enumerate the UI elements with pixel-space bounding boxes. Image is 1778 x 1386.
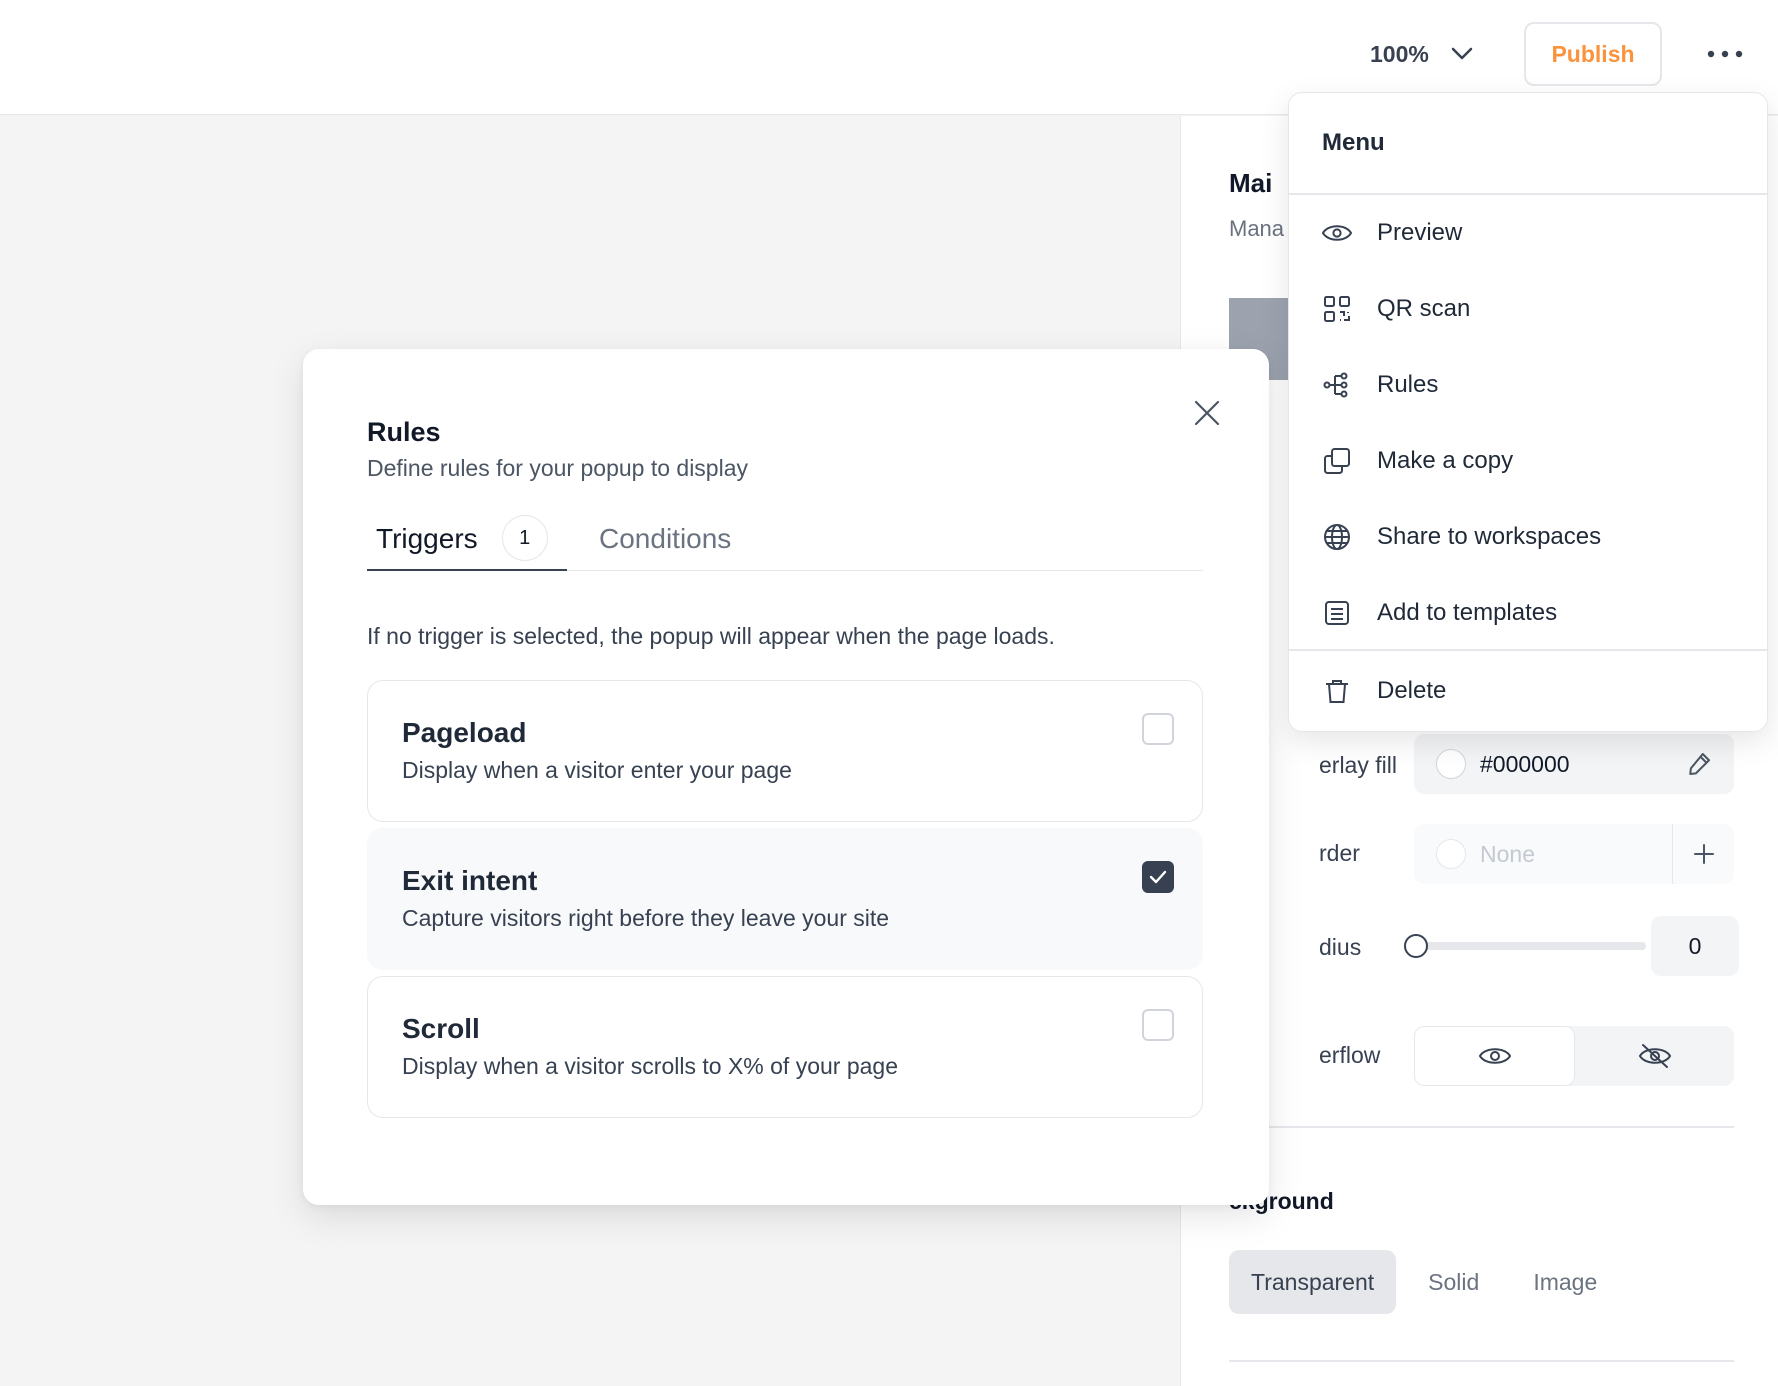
menu-item-qr-scan[interactable]: QR scan xyxy=(1289,271,1767,347)
overflow-toggle[interactable] xyxy=(1414,1026,1734,1086)
divider xyxy=(1229,1126,1734,1128)
menu-item-rules[interactable]: Rules xyxy=(1289,347,1767,423)
trash-icon xyxy=(1320,674,1354,708)
close-button[interactable] xyxy=(1189,395,1225,431)
card-description: Display when a visitor enter your page xyxy=(402,757,792,783)
radius-input[interactable]: 0 xyxy=(1651,916,1739,976)
card-description: Display when a visitor scrolls to X% of … xyxy=(402,1053,898,1079)
overflow-visible-option[interactable] xyxy=(1414,1026,1575,1086)
eye-off-icon xyxy=(1638,1042,1672,1070)
exit-intent-checkbox[interactable] xyxy=(1142,861,1174,893)
trigger-card-pageload[interactable]: Pageload Display when a visitor enter yo… xyxy=(367,680,1203,822)
modal-subtitle: Define rules for your popup to display xyxy=(367,455,748,481)
rules-branch-icon xyxy=(1320,368,1354,402)
tab-triggers[interactable]: Triggers 1 xyxy=(367,509,567,571)
menu-header: Menu xyxy=(1322,129,1385,156)
eye-icon xyxy=(1478,1044,1512,1068)
menu-item-label: Rules xyxy=(1377,371,1439,398)
tab-triggers-label: Triggers xyxy=(376,523,478,554)
bg-tab-transparent[interactable]: Transparent xyxy=(1229,1250,1397,1314)
panel-title: Mai xyxy=(1229,168,1273,198)
more-options-button[interactable] xyxy=(1700,36,1750,72)
more-horizontal-icon xyxy=(1707,50,1743,58)
overlay-fill-label: erlay fill xyxy=(1319,752,1397,778)
trigger-hint: If no trigger is selected, the popup wil… xyxy=(367,623,1055,649)
overflow-label: erflow xyxy=(1319,1042,1381,1068)
qr-code-icon xyxy=(1320,292,1354,326)
border-field[interactable]: None xyxy=(1414,824,1734,884)
card-title: Pageload xyxy=(402,717,527,748)
slider-track xyxy=(1416,942,1646,950)
menu-item-make-copy[interactable]: Make a copy xyxy=(1289,423,1767,499)
check-icon xyxy=(1149,870,1167,884)
template-icon xyxy=(1320,596,1354,630)
border-swatch[interactable] xyxy=(1436,839,1466,869)
background-tabs: Transparent Solid Image xyxy=(1229,1250,1619,1314)
close-icon xyxy=(1193,399,1221,427)
menu-item-label: QR scan xyxy=(1377,295,1471,322)
menu-item-label: Delete xyxy=(1377,677,1447,704)
menu-item-label: Preview xyxy=(1377,219,1463,246)
bg-tab-solid[interactable]: Solid xyxy=(1406,1250,1501,1314)
tab-conditions[interactable]: Conditions xyxy=(599,523,731,555)
scroll-checkbox[interactable] xyxy=(1142,1009,1174,1041)
border-label: rder xyxy=(1319,840,1360,866)
globe-icon xyxy=(1320,520,1354,554)
zoom-value: 100% xyxy=(1370,40,1429,67)
panel-subtitle: Mana xyxy=(1229,216,1285,241)
options-menu: Menu Preview QR scan Rules Make a copy S… xyxy=(1288,92,1768,732)
publish-button[interactable]: Publish xyxy=(1524,22,1662,86)
menu-item-delete[interactable]: Delete xyxy=(1289,653,1767,729)
menu-item-label: Make a copy xyxy=(1377,447,1514,474)
radius-slider[interactable] xyxy=(1404,930,1650,960)
rules-tabs: Triggers 1 Conditions xyxy=(367,509,1203,571)
pageload-checkbox[interactable] xyxy=(1142,713,1174,745)
divider xyxy=(1229,1360,1734,1362)
modal-title: Rules xyxy=(367,417,441,447)
bg-tab-image[interactable]: Image xyxy=(1511,1250,1619,1314)
eyedropper-icon[interactable] xyxy=(1684,749,1714,779)
trigger-card-scroll[interactable]: Scroll Display when a visitor scrolls to… xyxy=(367,976,1203,1118)
chevron-down-icon xyxy=(1451,47,1473,61)
menu-item-label: Share to workspaces xyxy=(1377,523,1602,550)
color-swatch[interactable] xyxy=(1436,749,1466,779)
radius-label: dius xyxy=(1319,934,1362,960)
add-border-button[interactable] xyxy=(1672,824,1734,884)
overlay-fill-value: #000000 xyxy=(1480,750,1570,777)
triggers-count-badge: 1 xyxy=(501,515,548,561)
menu-item-add-templates[interactable]: Add to templates xyxy=(1289,575,1767,651)
border-value: None xyxy=(1480,840,1535,867)
rules-modal: Rules Define rules for your popup to dis… xyxy=(303,349,1269,1205)
menu-divider xyxy=(1289,649,1767,651)
card-title: Scroll xyxy=(402,1013,480,1044)
menu-item-preview[interactable]: Preview xyxy=(1289,195,1767,271)
menu-item-share-workspaces[interactable]: Share to workspaces xyxy=(1289,499,1767,575)
slider-thumb[interactable] xyxy=(1404,934,1428,958)
card-title: Exit intent xyxy=(402,865,538,896)
trigger-card-exit-intent[interactable]: Exit intent Capture visitors right befor… xyxy=(367,828,1203,970)
plus-icon xyxy=(1693,843,1715,865)
overlay-fill-field[interactable]: #000000 xyxy=(1414,734,1734,794)
zoom-select[interactable]: 100% xyxy=(1370,34,1473,74)
card-description: Capture visitors right before they leave… xyxy=(402,905,890,931)
menu-item-label: Add to templates xyxy=(1377,599,1558,626)
copy-icon xyxy=(1320,444,1354,478)
eye-icon xyxy=(1320,216,1354,250)
overflow-hidden-option[interactable] xyxy=(1575,1026,1734,1086)
